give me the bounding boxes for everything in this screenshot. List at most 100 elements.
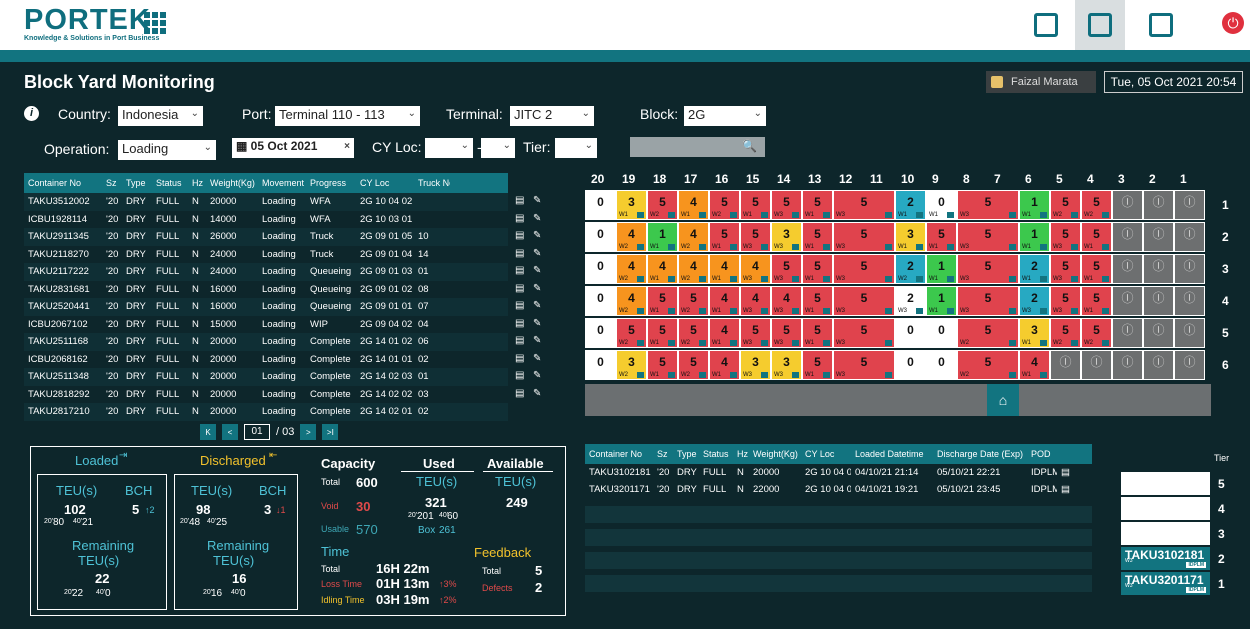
edit-icon[interactable]: ✎ — [533, 318, 541, 329]
yard-slot[interactable]: 4 W3 — [740, 254, 771, 284]
table-row[interactable]: TAKU2817210 '20 DRY FULL N 20000 Loading Comple… — [24, 403, 508, 421]
copy-icon[interactable]: ▤ — [515, 283, 524, 294]
col-header-1[interactable]: Sz — [102, 178, 122, 188]
yard-slot[interactable]: Ⓘ — [1143, 318, 1174, 348]
yard-slot[interactable]: Ⓘ — [1112, 318, 1143, 348]
yard-slot[interactable]: 5 W1 — [802, 190, 833, 220]
yard-slot[interactable]: 4 W1 — [647, 254, 678, 284]
detail-col-header[interactable]: Discharge Date (Exp) — [933, 449, 1027, 459]
yard-slot[interactable]: 2 W1 — [1019, 254, 1050, 284]
yard-slot[interactable]: Ⓘ — [1112, 286, 1143, 316]
tier-slot[interactable]: TAKU3102181 W3 IDPLM — [1121, 547, 1210, 570]
table-row[interactable]: TAKU2117222 '20 DRY FULL N 24000 Loading Queuei… — [24, 263, 508, 281]
copy-icon[interactable]: ▤ — [515, 213, 524, 224]
edit-icon[interactable]: ✎ — [533, 265, 541, 276]
table-row[interactable]: TAKU2831681 '20 DRY FULL N 16000 Loading Queuei… — [24, 281, 508, 299]
yard-slot[interactable]: 5 W1 — [802, 350, 833, 380]
yard-slot[interactable]: 3 W1 — [1019, 318, 1050, 348]
yard-slot[interactable]: 1 W1 — [926, 286, 957, 316]
yard-slot[interactable]: Ⓘ — [1174, 350, 1205, 380]
yard-slot[interactable]: Ⓘ — [1174, 286, 1205, 316]
table-row[interactable]: TAKU2911345 '20 DRY FULL N 26000 Loading Truck 2… — [24, 228, 508, 246]
yard-slot[interactable]: 0 — [585, 286, 616, 316]
yard-slot[interactable]: 5 W2 — [1050, 318, 1081, 348]
edit-icon[interactable]: ✎ — [533, 248, 541, 259]
yard-slot[interactable]: 5 W3 — [957, 286, 1019, 316]
table-row[interactable]: TAKU2511348 '20 DRY FULL N 20000 Loading Comple… — [24, 368, 508, 386]
yard-slot[interactable]: 0 — [895, 350, 926, 380]
yard-slot[interactable]: 5 W2 — [709, 190, 740, 220]
yard-slot[interactable]: 5 W3 — [833, 254, 895, 284]
table-row[interactable]: TAKU2520441 '20 DRY FULL N 16000 Loading Queuei… — [24, 298, 508, 316]
crane-icon[interactable]: ⌂ — [987, 384, 1019, 416]
yard-slot[interactable]: 0 — [585, 254, 616, 284]
prev-page-button[interactable]: < — [222, 424, 238, 440]
yard-slot[interactable]: Ⓘ — [1174, 190, 1205, 220]
yard-slot[interactable]: 5 W3 — [771, 254, 802, 284]
tier-slot[interactable] — [1121, 472, 1210, 495]
yard-slot[interactable]: Ⓘ — [1174, 254, 1205, 284]
tier-slot[interactable]: TAKU3201171 W3 IDPLM — [1121, 572, 1210, 595]
yard-slot[interactable]: 5 W3 — [957, 254, 1019, 284]
yard-slot[interactable]: 5 W2 — [678, 350, 709, 380]
edit-icon[interactable]: ✎ — [533, 230, 541, 241]
detail-col-header[interactable]: Hz — [733, 449, 749, 459]
yard-slot[interactable]: 5 W3 — [1050, 222, 1081, 252]
yard-slot[interactable]: 5 W2 — [957, 318, 1019, 348]
copy-icon[interactable]: ▤ — [1057, 484, 1070, 495]
copy-icon[interactable]: ▤ — [515, 335, 524, 346]
yard-slot[interactable]: 3 W3 — [740, 350, 771, 380]
yard-slot[interactable]: Ⓘ — [1143, 286, 1174, 316]
logout-icon[interactable]: ⏻ — [1222, 12, 1244, 34]
cy-loc-col-select[interactable]: ⌄ — [481, 138, 515, 158]
yard-slot[interactable]: 0 — [585, 318, 616, 348]
table-row[interactable]: TAKU2818292 '20 DRY FULL N 20000 Loading Comple… — [24, 386, 508, 404]
yard-slot[interactable]: Ⓘ — [1081, 350, 1112, 380]
copy-icon[interactable]: ▤ — [515, 195, 524, 206]
yard-slot[interactable]: 1 W1 — [1019, 190, 1050, 220]
yard-slot[interactable]: 5 W1 — [740, 190, 771, 220]
yard-slot[interactable]: 5 W3 — [833, 190, 895, 220]
yard-slot[interactable]: 5 W1 — [709, 222, 740, 252]
copy-icon[interactable]: ▤ — [515, 248, 524, 259]
detail-col-header[interactable]: CY Loc — [801, 449, 851, 459]
copy-icon[interactable]: ▤ — [515, 300, 524, 311]
yard-slot[interactable]: 4 W3 — [771, 286, 802, 316]
yard-slot[interactable]: 0 — [926, 318, 957, 348]
yard-slot[interactable]: Ⓘ — [1112, 222, 1143, 252]
edit-icon[interactable]: ✎ — [533, 283, 541, 294]
yard-slot[interactable]: 2 W2 — [895, 254, 926, 284]
col-header-2[interactable]: Type — [122, 178, 152, 188]
yard-slot[interactable]: Ⓘ — [1050, 350, 1081, 380]
yard-slot[interactable]: 3 W3 — [771, 222, 802, 252]
yard-slot[interactable]: Ⓘ — [1143, 222, 1174, 252]
yard-slot[interactable]: 0 — [585, 190, 616, 220]
col-header-8[interactable]: CY Loc — [356, 178, 414, 188]
detail-col-header[interactable]: Container No — [585, 449, 653, 459]
clear-icon[interactable]: × — [344, 141, 350, 152]
apps-grid-icon[interactable] — [144, 12, 166, 34]
yard-slot[interactable]: 5 W1 — [647, 318, 678, 348]
yard-slot[interactable]: 5 W3 — [771, 190, 802, 220]
copy-icon[interactable]: ▤ — [515, 370, 524, 381]
table-row[interactable]: ICBU1928114 '20 DRY FULL N 14000 Loading WFA 2G … — [24, 211, 508, 229]
yard-slot[interactable]: 5 W2 — [678, 286, 709, 316]
yard-search-button[interactable] — [1075, 0, 1125, 50]
col-header-9[interactable]: Truck No — [414, 178, 450, 188]
edit-icon[interactable]: ✎ — [533, 353, 541, 364]
detail-row[interactable]: TAKU3102181 '20 DRY FULL N 20000 2G 10 04 02 04… — [585, 464, 1092, 481]
yard-slot[interactable]: 5 W1 — [802, 222, 833, 252]
yard-slot[interactable]: 4 W1 — [709, 254, 740, 284]
yard-slot[interactable]: 4 W2 — [616, 222, 647, 252]
yard-slot[interactable]: 0 — [585, 350, 616, 380]
yard-slot[interactable]: 5 W1 — [1081, 254, 1112, 284]
yard-slot[interactable]: 4 W2 — [678, 222, 709, 252]
table-row[interactable]: ICBU2068162 '20 DRY FULL N 20000 Loading Comple… — [24, 351, 508, 369]
yard-slot[interactable]: 4 W1 — [709, 286, 740, 316]
cy-loc-row-select[interactable]: ⌄ — [425, 138, 473, 158]
yard-slot[interactable]: 0 — [585, 222, 616, 252]
yard-slot[interactable]: 5 W3 — [833, 222, 895, 252]
country-select[interactable]: Indonesia ⌄ — [118, 106, 203, 126]
tier-slot[interactable] — [1121, 522, 1210, 545]
tier-slot[interactable] — [1121, 497, 1210, 520]
